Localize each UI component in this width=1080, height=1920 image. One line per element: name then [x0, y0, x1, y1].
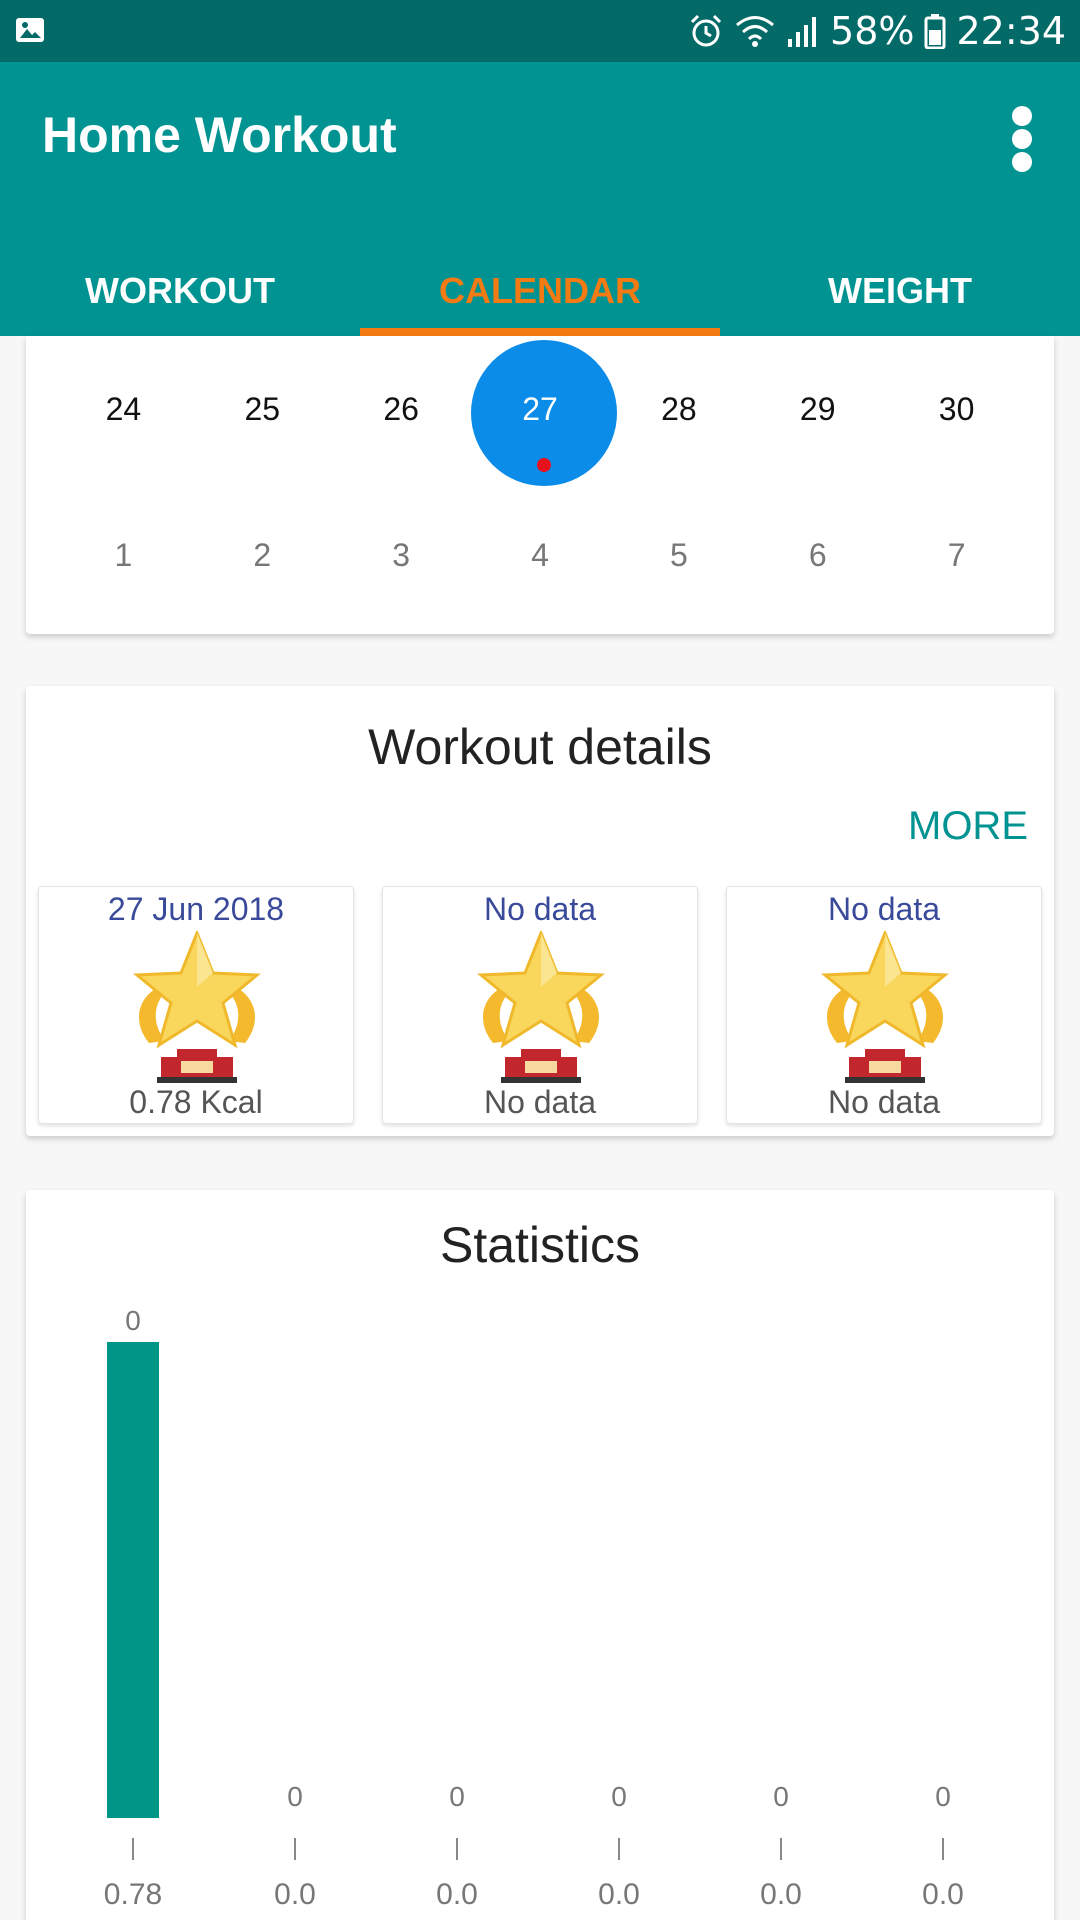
clock: 22:34 — [956, 9, 1066, 53]
chart-data-label: 0 — [287, 1781, 303, 1812]
calendar-day[interactable]: 26 — [332, 336, 471, 482]
chart-bar — [107, 1342, 159, 1818]
calendar-day[interactable]: 24 — [54, 336, 193, 482]
more-button[interactable]: MORE — [908, 804, 1028, 849]
app-bar: Home Workout WORKOUT CALENDAR WEIGHT — [0, 62, 1080, 336]
workout-tile[interactable]: No data No data — [726, 886, 1042, 1124]
tile-date: No data — [483, 891, 597, 927]
calendar-day[interactable]: 30 — [887, 336, 1026, 482]
calendar-card: 24 25 26 27 28 29 30 1 2 3 4 5 6 7 — [26, 336, 1054, 634]
chart-data-label: 0 — [773, 1781, 789, 1812]
app-title: Home Workout — [42, 107, 397, 163]
tile-value: 0.78 Kcal — [129, 1084, 263, 1120]
statistics-chart: 0 0.78 0 0.0 0 0.0 0 0.0 0 0.0 0 0.0 — [104, 1305, 964, 1911]
battery-percent: 58% — [830, 9, 915, 53]
chart-tick-label: 0.0 — [922, 1878, 964, 1911]
chart-data-label: 0 — [449, 1781, 465, 1812]
trophy-icon — [477, 931, 605, 1083]
workout-tile[interactable]: No data No data — [382, 886, 698, 1124]
tab-bar: WORKOUT CALENDAR WEIGHT — [0, 250, 1080, 336]
wifi-icon — [736, 16, 774, 47]
alarm-icon — [690, 14, 722, 47]
calendar-day[interactable]: 5 — [609, 482, 748, 628]
workout-details-title: Workout details — [368, 719, 712, 775]
tile-value: No data — [483, 1084, 597, 1120]
chart-data-label: 0 — [611, 1781, 627, 1812]
tile-value: No data — [827, 1084, 941, 1120]
workout-tile[interactable]: 27 Jun 2018 0.78 Kcal — [38, 886, 354, 1124]
calendar-day[interactable]: 7 — [887, 482, 1026, 628]
status-bar: 58% 22:34 — [0, 0, 1080, 62]
workout-dot — [536, 458, 551, 472]
chart-tick-label: 0.0 — [760, 1878, 802, 1911]
calendar-day[interactable]: 25 — [193, 336, 332, 482]
tab-calendar[interactable]: CALENDAR — [360, 250, 720, 336]
calendar-day[interactable]: 29 — [748, 336, 887, 482]
trophy-icon — [133, 931, 261, 1083]
chart-tick-label: 0.0 — [274, 1878, 316, 1911]
chart-data-label: 0 — [125, 1305, 141, 1336]
signal-icon — [788, 17, 817, 47]
tab-indicator — [360, 328, 720, 336]
statistics-card: Statistics 0 0.78 0 0.0 0 0.0 0 0.0 0 0.0 0 0.0 — [26, 1190, 1054, 1920]
workout-tiles: 27 Jun 2018 0.78 Kcal No data No data No… — [38, 886, 1042, 1124]
workout-details-card: Workout details MORE 27 Jun 2018 0.78 Kc… — [26, 686, 1054, 1136]
chart-data-label: 0 — [935, 1781, 951, 1812]
trophy-icon — [821, 931, 949, 1083]
tab-weight[interactable]: WEIGHT — [720, 250, 1080, 336]
calendar-day[interactable]: 3 — [332, 482, 471, 628]
chart-tick-label: 0.78 — [104, 1878, 162, 1911]
more-vert-icon[interactable] — [1002, 104, 1042, 174]
tile-date: 27 Jun 2018 — [107, 891, 285, 927]
tab-workout[interactable]: WORKOUT — [0, 250, 360, 336]
calendar-day[interactable]: 4 — [471, 482, 610, 628]
chart-tick-label: 0.0 — [598, 1878, 640, 1911]
calendar-day[interactable]: 28 — [609, 336, 748, 482]
calendar-day[interactable]: 1 — [54, 482, 193, 628]
calendar-week-row: 1 2 3 4 5 6 7 — [26, 482, 1054, 628]
chart-tick-label: 0.0 — [436, 1878, 478, 1911]
tile-date: No data — [827, 891, 941, 927]
calendar-day-selected[interactable]: 27 — [470, 336, 617, 486]
calendar-day[interactable]: 6 — [748, 482, 887, 628]
battery-icon — [924, 14, 946, 49]
calendar-week-row: 24 25 26 27 28 29 30 — [26, 336, 1054, 486]
calendar-day[interactable]: 2 — [193, 482, 332, 628]
gallery-icon — [16, 18, 44, 42]
